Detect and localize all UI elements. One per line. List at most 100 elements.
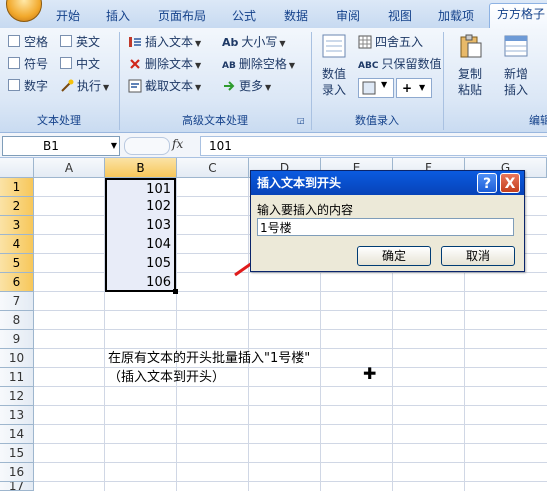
insert-text-icon: [129, 37, 141, 47]
cell-b2[interactable]: 102: [105, 197, 176, 216]
formula-input[interactable]: 101: [200, 136, 547, 156]
dialog-launcher-icon[interactable]: ◲: [297, 116, 305, 125]
grid-line: [34, 443, 547, 444]
row-header[interactable]: 9: [0, 330, 34, 349]
group-label-numeric-entry: 数值录入: [355, 114, 399, 127]
chevron-down-icon[interactable]: ▼: [111, 137, 117, 155]
row-header[interactable]: 4: [0, 235, 34, 254]
office-button[interactable]: [6, 0, 42, 22]
numeric-entry-icon: [322, 34, 346, 58]
delete-space-button[interactable]: AB 删除空格 ▼: [222, 54, 295, 74]
insert-content-input[interactable]: 1号楼: [257, 218, 514, 236]
checkbox-icon: [8, 57, 20, 69]
delete-text-button[interactable]: 删除文本 ▼: [128, 54, 201, 74]
row-header[interactable]: 11: [0, 368, 34, 387]
function-icon[interactable]: fx: [172, 137, 196, 153]
abc-icon: ABC: [358, 61, 379, 71]
row-header[interactable]: 13: [0, 406, 34, 425]
select-all-corner[interactable]: [0, 158, 34, 178]
grid-line: [248, 178, 249, 491]
group-label-edit: 编辑: [529, 114, 547, 127]
grid-icon: [358, 35, 372, 49]
row-header[interactable]: 15: [0, 444, 34, 463]
group-label-text-processing: 文本处理: [37, 114, 81, 127]
execute-button[interactable]: 执行 ▼: [60, 76, 109, 96]
tab-fangfang[interactable]: 方方格子: [489, 3, 547, 29]
grid-line: [34, 310, 547, 311]
grid-line: [34, 481, 547, 482]
cell-b6[interactable]: 106: [105, 273, 176, 292]
tab-page-layout[interactable]: 页面布局: [148, 6, 216, 26]
checkbox-icon: [60, 35, 72, 47]
dialog-prompt: 输入要插入的内容: [257, 203, 354, 217]
ribbon-tab-bar: 开始 插入 页面布局 公式 数据 审阅 视图 加载项 方方格子: [0, 0, 547, 29]
table-insert-icon: [504, 35, 528, 57]
plus-dropdown[interactable]: + ▼: [396, 78, 432, 98]
column-header[interactable]: C: [177, 158, 249, 178]
column-header[interactable]: B: [105, 158, 177, 178]
column-header[interactable]: A: [34, 158, 105, 178]
fill-handle[interactable]: [173, 289, 178, 294]
tab-review[interactable]: 审阅: [326, 6, 370, 26]
row-header[interactable]: 17: [0, 482, 34, 491]
more-button[interactable]: 更多 ▼: [222, 76, 271, 96]
row-header[interactable]: 2: [0, 197, 34, 216]
checkbox-english[interactable]: 英文: [60, 32, 100, 52]
formula-bar-splitter[interactable]: [124, 137, 170, 155]
row-header[interactable]: 5: [0, 254, 34, 273]
grid-line: [176, 178, 177, 491]
row-header[interactable]: 6: [0, 273, 34, 292]
checkbox-chinese[interactable]: 中文: [60, 54, 100, 74]
insert-text-button[interactable]: 插入文本 ▼: [128, 32, 201, 52]
row-header[interactable]: 1: [0, 178, 34, 197]
row-header[interactable]: 10: [0, 349, 34, 368]
sheet-icon: [362, 81, 376, 95]
row-header[interactable]: 3: [0, 216, 34, 235]
new-insert-button[interactable]: 新增 插入: [494, 32, 538, 98]
format-dropdown[interactable]: ▼: [358, 78, 394, 98]
arrow-right-icon: [224, 81, 235, 91]
numeric-entry-button[interactable]: 数值 录入: [314, 32, 354, 98]
extract-text-button[interactable]: 截取文本 ▼: [128, 76, 201, 96]
row-header[interactable]: 14: [0, 425, 34, 444]
checkbox-icon: [8, 35, 20, 47]
case-button[interactable]: Ab 大小写 ▼: [222, 32, 286, 52]
copy-paste-button[interactable]: 复制 粘贴: [448, 32, 492, 98]
cell-b4[interactable]: 104: [105, 235, 176, 254]
help-button[interactable]: ?: [477, 173, 497, 193]
row-header[interactable]: 12: [0, 387, 34, 406]
round-button[interactable]: 四舍五入: [358, 32, 423, 52]
checkbox-icon: [8, 79, 20, 91]
cell-b5[interactable]: 105: [105, 254, 176, 273]
grid-line: [34, 329, 547, 330]
row-header[interactable]: 7: [0, 292, 34, 311]
row-header[interactable]: 8: [0, 311, 34, 330]
checkbox-space[interactable]: 空格: [8, 32, 48, 52]
ok-button[interactable]: 确定: [357, 246, 431, 266]
cancel-button[interactable]: 取消: [441, 246, 515, 266]
group-separator: [443, 32, 444, 130]
crosshair-cursor-icon: ✚: [363, 364, 377, 383]
name-box[interactable]: B1 ▼: [2, 136, 120, 156]
tab-home[interactable]: 开始: [45, 6, 91, 26]
checkbox-icon: [60, 57, 72, 69]
cell-b3[interactable]: 103: [105, 216, 176, 235]
tab-addins[interactable]: 加载项: [428, 6, 484, 26]
checkbox-number[interactable]: 数字: [8, 76, 48, 96]
tab-formulas[interactable]: 公式: [222, 6, 266, 26]
keep-number-button[interactable]: ABC 只保留数值: [358, 54, 441, 74]
delete-text-icon: [130, 59, 140, 69]
grid-line: [34, 462, 547, 463]
dialog-title-bar[interactable]: 插入文本到开头 ? X: [251, 171, 524, 195]
row-header[interactable]: 16: [0, 463, 34, 482]
plus-icon: +: [402, 81, 413, 95]
close-button[interactable]: X: [500, 173, 520, 193]
extract-text-icon: [128, 79, 142, 93]
checkbox-symbol[interactable]: 符号: [8, 54, 48, 74]
wand-icon: [61, 79, 74, 92]
cell-b1[interactable]: 101: [105, 178, 176, 197]
tab-data[interactable]: 数据: [274, 6, 318, 26]
tab-view[interactable]: 视图: [378, 6, 422, 26]
formula-bar: B1 ▼ fx 101: [0, 133, 547, 158]
tab-insert[interactable]: 插入: [96, 6, 140, 26]
